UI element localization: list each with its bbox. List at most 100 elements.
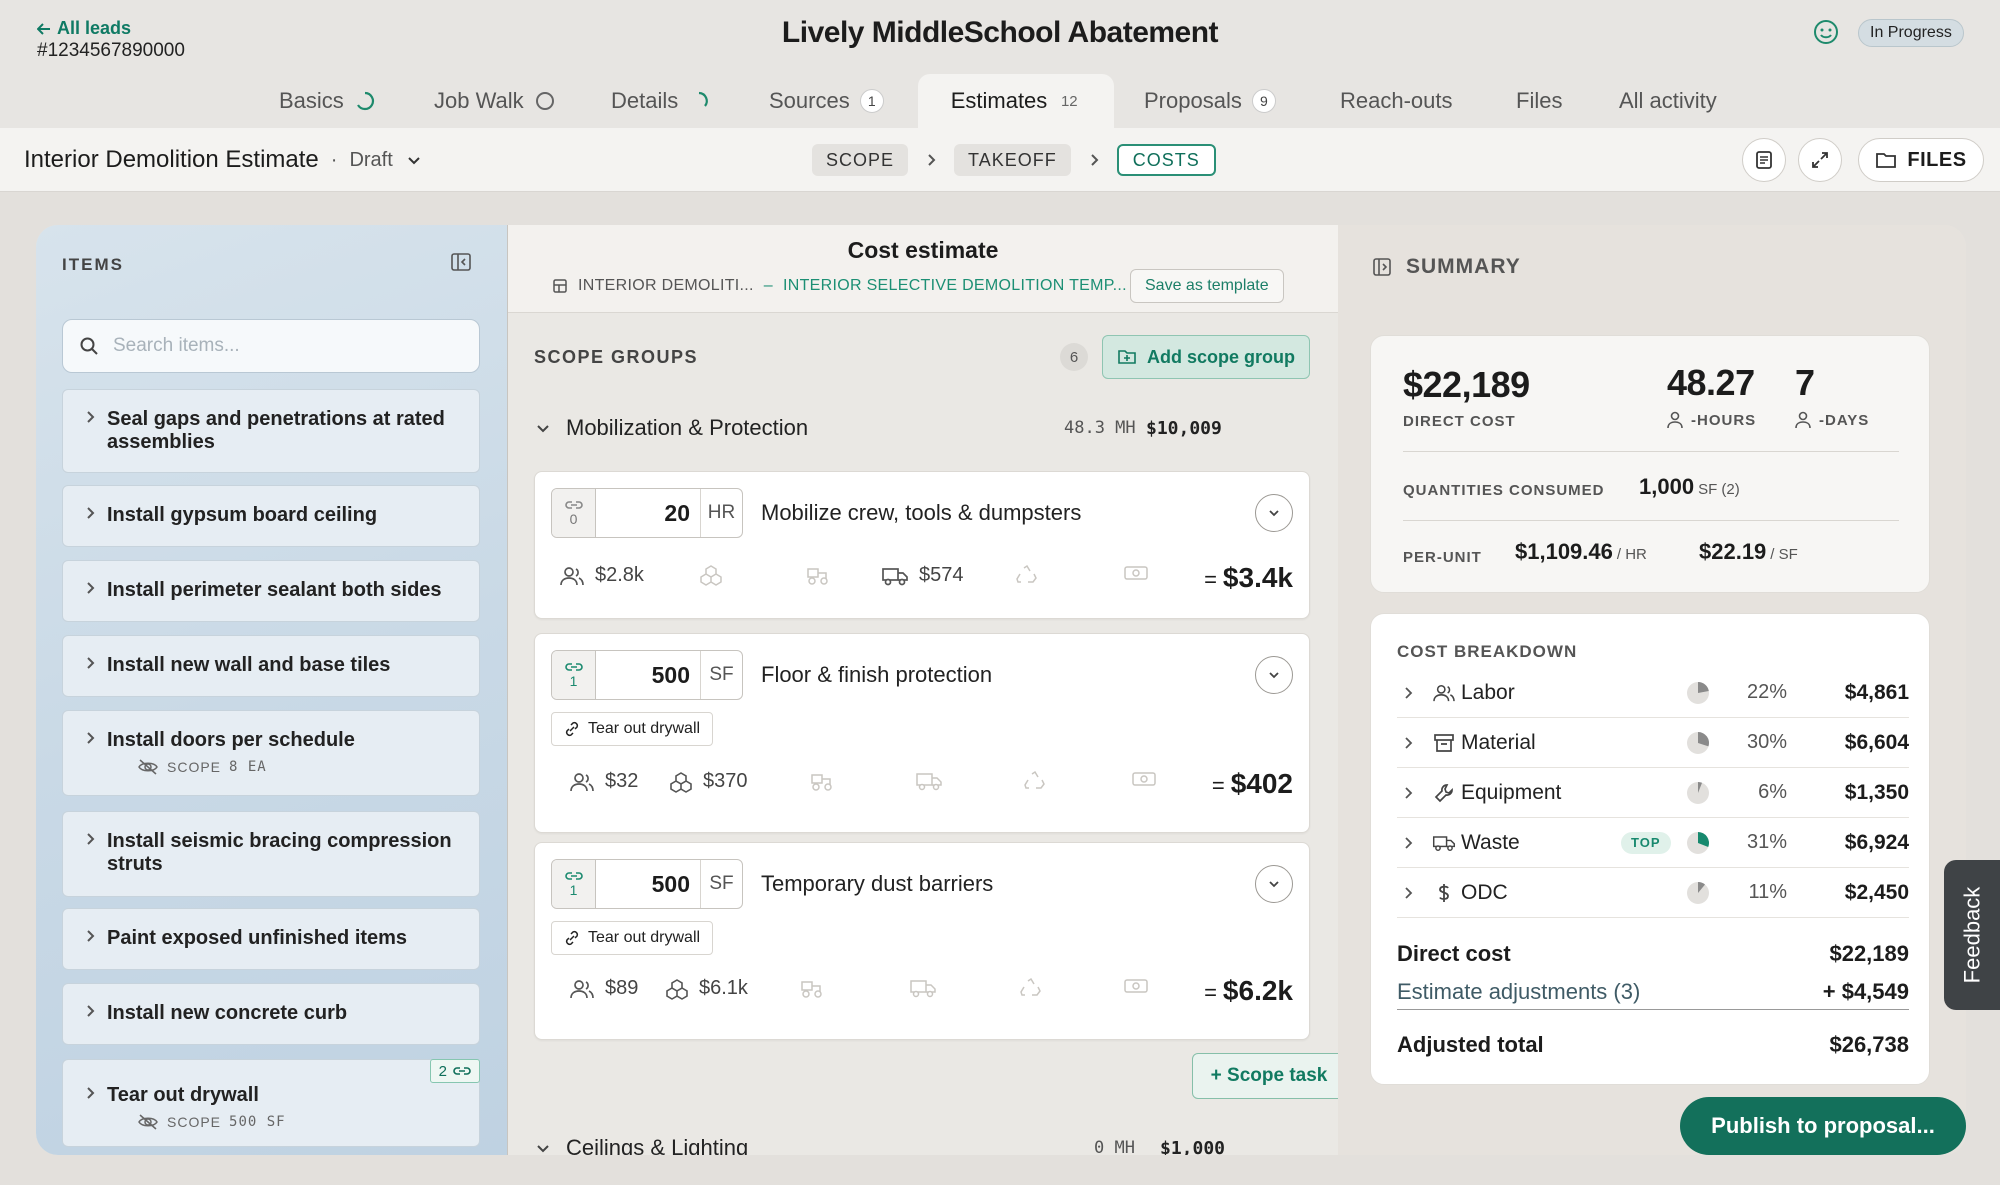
search-input[interactable] [113, 335, 443, 357]
per-sf-value: $22.19/ SF [1699, 539, 1798, 565]
tab-files[interactable]: Files [1516, 74, 1562, 128]
expand-task-button[interactable] [1255, 656, 1293, 694]
back-to-leads-link[interactable]: All leads [37, 18, 131, 39]
smiley-icon[interactable] [1812, 18, 1840, 46]
adjustments-link[interactable]: Estimate adjustments (3) [1397, 979, 1640, 1005]
linked-item-tag[interactable]: Tear out drywall [551, 712, 714, 746]
tab-basics[interactable]: Basics [279, 74, 376, 128]
item-name: Install new wall and base tiles [107, 654, 391, 676]
list-item[interactable]: Install new wall and base tiles [62, 635, 480, 697]
path-separator: – [763, 277, 773, 294]
estimate-status: Draft [349, 148, 393, 171]
breakdown-row-waste[interactable]: Waste TOP 31% $6,924 [1397, 818, 1909, 868]
linked-item-label: Tear out drywall [588, 720, 701, 737]
scope-group-header[interactable]: Ceilings & Lighting 0 MH $1,000 [534, 1135, 1310, 1155]
list-item[interactable]: Install seismic bracing compression stru… [62, 811, 480, 897]
link-count-button[interactable]: 1 [552, 860, 596, 908]
breakdown-row-labor[interactable]: Labor 22% $4,861 [1397, 668, 1909, 718]
quantity-field[interactable]: 1 500 SF [551, 650, 743, 700]
task-name[interactable]: Temporary dust barriers [761, 871, 993, 897]
person-icon [1667, 411, 1683, 429]
tab-all-activity[interactable]: All activity [1619, 74, 1717, 128]
add-scope-group-label: Add scope group [1147, 346, 1295, 367]
link-count-button[interactable]: 1 [552, 651, 596, 699]
template-link[interactable]: INTERIOR SELECTIVE DEMOLITION TEMP... [783, 277, 1127, 295]
breakdown-row-equipment[interactable]: Equipment 6% $1,350 [1397, 768, 1909, 818]
boxes-icon [665, 978, 689, 1000]
tab-estimates[interactable]: Estimates 12 [918, 74, 1114, 128]
tab-job-walk[interactable]: Job Walk [434, 74, 556, 128]
linked-item-tag[interactable]: Tear out drywall [551, 921, 714, 955]
quantity-value[interactable]: 500 [596, 871, 700, 898]
quantity-field[interactable]: 0 20 HR [551, 488, 743, 538]
scope-task-card: 1 500 SF Floor & finish protection Tear … [534, 633, 1310, 833]
recycle-cost [1015, 564, 1039, 586]
estimate-name: Interior Demolition Estimate [24, 146, 319, 173]
quantity-field[interactable]: 1 500 SF [551, 859, 743, 909]
quantity-value[interactable]: 20 [596, 500, 700, 527]
tab-label: Reach-outs [1340, 88, 1453, 113]
task-name[interactable]: Floor & finish protection [761, 662, 992, 688]
step-costs[interactable]: COSTS [1116, 144, 1216, 176]
chevron-down-icon [534, 419, 552, 437]
tab-label: Estimates [950, 88, 1048, 113]
direct-cost-value: $22,189 [1403, 364, 1530, 405]
collapse-sidebar-icon[interactable] [450, 251, 472, 273]
files-button[interactable]: FILES [1858, 138, 1984, 182]
tab-proposals[interactable]: Proposals 9 [1144, 74, 1276, 128]
list-item[interactable]: Install doors per schedule SCOPE 8 EA [62, 710, 480, 796]
tab-details[interactable]: Details [611, 74, 710, 128]
scope-group-header[interactable]: Mobilization & Protection 48.3 MH $10,00… [534, 415, 1310, 441]
link-count-button[interactable]: 0 [552, 489, 596, 537]
chevron-right-icon [83, 581, 97, 595]
list-item[interactable]: 2 Tear out drywall SCOPE 500 SF [62, 1059, 480, 1147]
recycle-icon [1015, 564, 1039, 586]
labor-cost: $32 [569, 770, 638, 793]
publish-to-proposal-button[interactable]: Publish to proposal... [1680, 1097, 1966, 1155]
odc-cost [1123, 977, 1149, 995]
hours-label-text: -HOURS [1691, 411, 1757, 429]
add-scope-group-button[interactable]: Add scope group [1102, 335, 1310, 379]
quantity-value[interactable]: 500 [596, 662, 700, 689]
save-as-template-button[interactable]: Save as template [1130, 269, 1284, 303]
cost-breakdown-heading: COST BREAKDOWN [1397, 642, 1578, 661]
scope-group-count: 6 [1060, 343, 1088, 371]
scope-group-hours: 0 MH [1094, 1138, 1135, 1155]
breakdown-row-material[interactable]: Material 30% $6,604 [1397, 718, 1909, 768]
list-item[interactable]: Install gypsum board ceiling [62, 485, 480, 547]
task-name[interactable]: Mobilize crew, tools & dumpsters [761, 500, 1081, 526]
list-item[interactable]: Seal gaps and penetrations at rated asse… [62, 389, 480, 473]
tab-reach-outs[interactable]: Reach-outs [1340, 74, 1453, 128]
material-value: $6.1k [699, 977, 748, 999]
search-box[interactable] [62, 319, 480, 373]
list-item[interactable]: Install new concrete curb [62, 983, 480, 1045]
cost-breakdown-card: COST BREAKDOWN Labor 22% $4,861 Material… [1370, 613, 1930, 1085]
chevron-right-icon [1397, 786, 1419, 800]
feedback-tab[interactable]: Feedback [1944, 860, 2000, 1010]
expand-button[interactable] [1798, 138, 1842, 182]
receipt-icon [1753, 149, 1775, 171]
breakdown-name: ODC [1461, 880, 1508, 904]
receipt-button[interactable] [1742, 138, 1786, 182]
expand-task-button[interactable] [1255, 865, 1293, 903]
page-title: Lively MiddleSchool Abatement [781, 16, 1219, 49]
linked-count-badge[interactable]: 2 [429, 1059, 480, 1083]
list-item[interactable]: Install perimeter sealant both sides [62, 560, 480, 622]
estimate-selector[interactable]: Interior Demolition Estimate · Draft [24, 146, 423, 174]
summary-heading[interactable]: SUMMARY [1372, 255, 1521, 279]
step-takeoff[interactable]: TAKEOFF [954, 144, 1071, 176]
estimate-adjustments[interactable]: Estimate adjustments (3) + $4,549 [1397, 979, 1909, 1010]
breakdown-row-odc[interactable]: ODC 11% $2,450 [1397, 868, 1909, 918]
list-item[interactable]: Paint exposed unfinished items [62, 908, 480, 970]
tab-sources[interactable]: Sources 1 [769, 74, 884, 128]
add-scope-task-button[interactable]: + Scope task [1192, 1053, 1346, 1099]
step-scope[interactable]: SCOPE [812, 144, 909, 176]
equipment-cost [799, 977, 825, 999]
expand-task-button[interactable] [1255, 494, 1293, 532]
status-badge[interactable]: In Progress [1858, 19, 1964, 47]
progress-spinner-icon [354, 90, 376, 112]
chevron-down-icon [405, 151, 423, 169]
eye-off-icon [137, 758, 159, 776]
tab-label: Sources [769, 88, 850, 113]
quantities-number: 1,000 [1639, 474, 1695, 499]
